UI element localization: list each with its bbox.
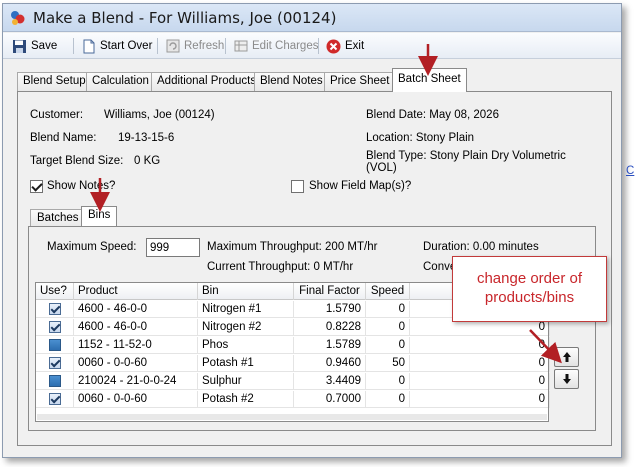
speed-cell: 0 bbox=[366, 319, 410, 336]
product-cell: 0060 - 0-0-60 bbox=[74, 355, 198, 372]
show-field-map-label: Show Field Map(s)? bbox=[309, 180, 412, 192]
grid-edit-icon bbox=[234, 40, 248, 52]
speed-cell: 0 bbox=[366, 373, 410, 390]
product-cell: 0060 - 0-0-60 bbox=[74, 391, 198, 408]
product-cell: 1152 - 11-52-0 bbox=[74, 337, 198, 354]
col-final-factor[interactable]: Final Factor bbox=[294, 283, 366, 300]
tab-batches[interactable]: Batches bbox=[30, 209, 86, 226]
tab-bins[interactable]: Bins bbox=[81, 206, 118, 226]
product-cell: 210024 - 21-0-0-24 bbox=[74, 373, 198, 390]
use-checkbox[interactable] bbox=[49, 303, 61, 315]
start-over-button[interactable]: Start Over bbox=[79, 36, 155, 56]
show-field-map-checkbox[interactable] bbox=[291, 180, 304, 193]
target-size-value: 0 KG bbox=[134, 155, 161, 167]
col-bin[interactable]: Bin bbox=[198, 283, 294, 300]
bin-cell: Nitrogen #2 bbox=[198, 319, 294, 336]
factor-cell: 1.5790 bbox=[294, 301, 366, 318]
bin-cell: Sulphur bbox=[198, 373, 294, 390]
app-icon bbox=[11, 11, 25, 25]
title-bar: Make a Blend - For Williams, Joe (00124) bbox=[3, 4, 621, 32]
refresh-icon bbox=[166, 39, 180, 53]
save-button[interactable]: Save bbox=[9, 36, 60, 56]
use-checkbox[interactable] bbox=[49, 357, 61, 369]
tab-batch-sheet[interactable]: Batch Sheet bbox=[392, 68, 467, 92]
speed-cell: 0 bbox=[366, 337, 410, 354]
use-checkbox[interactable] bbox=[49, 339, 61, 351]
move-down-button[interactable] bbox=[554, 369, 579, 389]
exit-button[interactable]: Exit bbox=[323, 36, 367, 56]
blend-name-label: Blend Name: bbox=[30, 132, 97, 144]
tab-blend-notes[interactable]: Blend Notes bbox=[254, 72, 329, 91]
last-cell: 0 bbox=[410, 391, 550, 408]
exit-icon bbox=[326, 39, 341, 53]
last-cell: 0 bbox=[410, 337, 550, 354]
use-cell bbox=[36, 319, 74, 336]
refresh-button[interactable]: Refresh bbox=[163, 36, 227, 56]
product-cell: 4600 - 46-0-0 bbox=[74, 319, 198, 336]
col-product[interactable]: Product bbox=[74, 283, 198, 300]
annotation-callout: change order of products/bins bbox=[452, 256, 607, 322]
col-speed[interactable]: Speed bbox=[366, 283, 410, 300]
use-checkbox[interactable] bbox=[49, 321, 61, 333]
new-document-icon bbox=[83, 39, 95, 53]
table-row[interactable]: 0060 - 0-0-60 Potash #1 0.9460 50 0 bbox=[36, 355, 550, 372]
show-notes-checkbox[interactable] bbox=[30, 180, 43, 193]
use-checkbox[interactable] bbox=[49, 393, 61, 405]
factor-cell: 0.7000 bbox=[294, 391, 366, 408]
speed-cell: 0 bbox=[366, 301, 410, 318]
location: Location: Stony Plain bbox=[366, 132, 475, 144]
customer-label: Customer: bbox=[30, 109, 84, 121]
blend-date: Blend Date: May 08, 2026 bbox=[366, 109, 499, 121]
factor-cell: 0.9460 bbox=[294, 355, 366, 372]
use-cell bbox=[36, 391, 74, 408]
tab-blend-setup[interactable]: Blend Setup bbox=[17, 72, 92, 91]
move-up-button[interactable] bbox=[554, 347, 579, 367]
factor-cell: 0.8228 bbox=[294, 319, 366, 336]
last-cell: 0 bbox=[410, 355, 550, 372]
use-checkbox[interactable] bbox=[49, 375, 61, 387]
side-link[interactable]: C bbox=[626, 165, 634, 177]
toolbar: Save Start Over Refresh Edit Charges Exi… bbox=[3, 33, 621, 59]
floppy-icon bbox=[13, 39, 26, 53]
product-cell: 4600 - 46-0-0 bbox=[74, 301, 198, 318]
table-row[interactable]: 210024 - 21-0-0-24 Sulphur 3.4409 0 0 bbox=[36, 373, 550, 390]
use-cell bbox=[36, 355, 74, 372]
use-cell bbox=[36, 301, 74, 318]
horizontal-scrollbar[interactable] bbox=[37, 414, 547, 420]
current-throughput: Current Throughput: 0 MT/hr bbox=[207, 261, 354, 273]
blend-name-value: 19-13-15-6 bbox=[118, 132, 175, 144]
target-size-label: Target Blend Size: bbox=[30, 155, 124, 167]
window-title: Make a Blend - For Williams, Joe (00124) bbox=[33, 9, 337, 27]
factor-cell: 1.5789 bbox=[294, 337, 366, 354]
bin-cell: Potash #1 bbox=[198, 355, 294, 372]
use-cell bbox=[36, 337, 74, 354]
tab-price-sheet[interactable]: Price Sheet bbox=[324, 72, 396, 91]
blend-type: Blend Type: Stony Plain Dry Volumetric (… bbox=[366, 150, 566, 174]
arrow-up-icon bbox=[562, 352, 571, 362]
bin-cell: Nitrogen #1 bbox=[198, 301, 294, 318]
customer-value: Williams, Joe (00124) bbox=[104, 109, 215, 121]
table-row[interactable]: 0060 - 0-0-60 Potash #2 0.7000 0 0 bbox=[36, 391, 550, 408]
factor-cell: 3.4409 bbox=[294, 373, 366, 390]
show-notes-label: Show Notes? bbox=[47, 180, 116, 192]
last-cell: 0 bbox=[410, 373, 550, 390]
table-row[interactable]: 1152 - 11-52-0 Phos 1.5789 0 0 bbox=[36, 337, 550, 354]
bin-cell: Potash #2 bbox=[198, 391, 294, 408]
bin-cell: Phos bbox=[198, 337, 294, 354]
tab-additional-products[interactable]: Additional Products bbox=[151, 72, 263, 91]
duration: Duration: 0.00 minutes bbox=[423, 241, 539, 253]
edit-charges-button[interactable]: Edit Charges bbox=[231, 36, 321, 56]
max-speed-input[interactable] bbox=[146, 238, 200, 257]
use-cell bbox=[36, 373, 74, 390]
arrow-down-icon bbox=[562, 374, 571, 384]
tab-calculation[interactable]: Calculation bbox=[86, 72, 155, 91]
speed-cell: 50 bbox=[366, 355, 410, 372]
max-throughput: Maximum Throughput: 200 MT/hr bbox=[207, 241, 378, 253]
max-speed-label: Maximum Speed: bbox=[47, 241, 137, 253]
speed-cell: 0 bbox=[366, 391, 410, 408]
col-use[interactable]: Use? bbox=[36, 283, 74, 300]
